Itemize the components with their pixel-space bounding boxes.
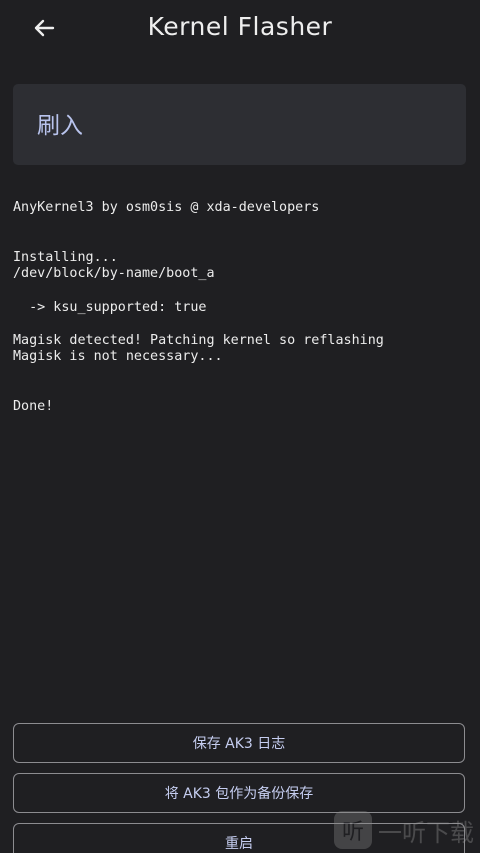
save-ak3-log-button[interactable]: 保存 AK3 日志 xyxy=(13,723,465,763)
page-title: Kernel Flasher xyxy=(147,12,333,41)
top-app-bar: Kernel Flasher xyxy=(0,0,480,58)
watermark: 听 一听下载 xyxy=(334,811,474,849)
log-line: -> ksu_supported: true xyxy=(13,299,207,315)
flash-status-label: 刷入 xyxy=(37,113,83,139)
log-line: Magisk is not necessary... xyxy=(13,349,223,365)
flash-log-output: AnyKernel3 by osm0sis @ xda-developers I… xyxy=(13,200,473,416)
save-ak3-backup-button[interactable]: 将 AK3 包作为备份保存 xyxy=(13,773,465,813)
watermark-text: 一听下载 xyxy=(378,818,474,847)
log-line: Done! xyxy=(13,399,54,415)
log-line: Installing... xyxy=(13,249,118,265)
flash-status-card: 刷入 xyxy=(13,84,466,165)
log-line: AnyKernel3 by osm0sis @ xda-developers xyxy=(13,200,320,215)
watermark-logo-icon: 听 xyxy=(334,811,372,849)
log-line: /dev/block/by-name/boot_a xyxy=(13,266,215,282)
log-line: Magisk detected! Patching kernel so refl… xyxy=(13,332,384,348)
